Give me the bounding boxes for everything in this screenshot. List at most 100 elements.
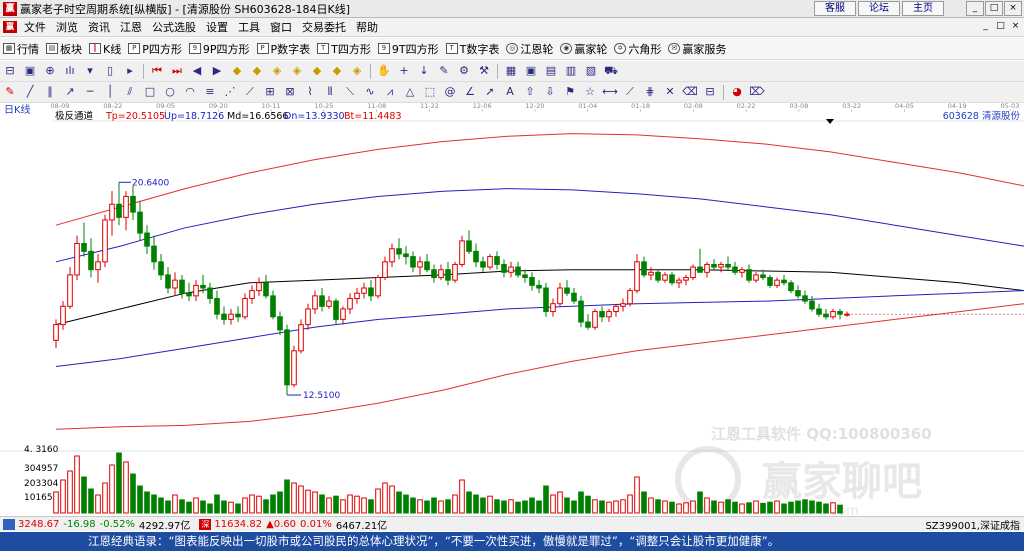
save-icon[interactable]: ▣	[523, 63, 539, 79]
bar-chart-icon[interactable]: ılı	[62, 63, 78, 79]
sh-index-value[interactable]: 3248.67	[18, 519, 59, 530]
magnify-icon[interactable]: ⊕	[42, 63, 58, 79]
first-icon[interactable]: ⏮	[149, 63, 165, 79]
ray-icon[interactable]: ↗	[62, 84, 78, 100]
hand-icon[interactable]: ✋	[376, 63, 392, 79]
fibonacci-icon[interactable]: ≡	[202, 84, 218, 100]
rect-icon[interactable]: □	[142, 84, 158, 100]
scroll-right-icon[interactable]: ▶	[209, 63, 225, 79]
angle-icon[interactable]: ∠	[462, 84, 478, 100]
arrow-down-icon[interactable]: ↓	[416, 63, 432, 79]
sz-index-value[interactable]: 11634.82	[214, 519, 262, 530]
toolbar-t-table-button[interactable]: T T数字表	[443, 40, 504, 58]
arc-icon[interactable]: ◠	[182, 84, 198, 100]
layout-menu-icon[interactable]: ⊟	[2, 63, 18, 79]
fold-icon[interactable]: ▸	[122, 63, 138, 79]
forum-link[interactable]: 论坛	[858, 1, 900, 16]
menu-settings[interactable]: 设置	[201, 19, 233, 35]
channel-icon[interactable]: ⫽	[122, 84, 138, 100]
diamond-up-icon[interactable]: ◈	[269, 63, 285, 79]
cycle-icon[interactable]: ⌇	[302, 84, 318, 100]
print-icon[interactable]: ▤	[543, 63, 559, 79]
export-icon[interactable]: ▧	[583, 63, 599, 79]
toolbar-sectors-button[interactable]: ▤ 板块	[43, 40, 86, 58]
mark-up-icon[interactable]: ⇧	[522, 84, 538, 100]
toolbar-9p-square-button[interactable]: 9 9P四方形	[186, 40, 254, 58]
pencil-icon[interactable]: ✎	[2, 84, 18, 100]
cross-tool-icon[interactable]: ✕	[662, 84, 678, 100]
ellipse-icon[interactable]: ○	[162, 84, 178, 100]
text-tool-icon[interactable]: A	[502, 84, 518, 100]
square-tool-icon[interactable]: ⬚	[422, 84, 438, 100]
diamond-down-icon[interactable]: ◈	[289, 63, 305, 79]
zoom-in-icon[interactable]: ◆	[229, 63, 245, 79]
zoom-out-icon[interactable]: ◆	[249, 63, 265, 79]
period-label[interactable]: 日K线	[4, 103, 31, 116]
mdi-restore-button[interactable]: □	[994, 20, 1007, 33]
last-icon[interactable]: ⏭	[169, 63, 185, 79]
zigzag-icon[interactable]: ⩘	[382, 84, 398, 100]
chart-panel[interactable]: 日K线 08-09 08-22 09-05 09-20 10-11 10-25 11-08 1…	[0, 102, 1024, 519]
minimize-button[interactable]: _	[966, 1, 984, 16]
mdi-minimize-button[interactable]: _	[979, 20, 992, 33]
gann-fan-icon[interactable]: ⟋	[242, 84, 258, 100]
slope-icon[interactable]: ⟋	[622, 84, 638, 100]
gear-icon[interactable]: ⚙	[456, 63, 472, 79]
toolbar-winner-wheel-button[interactable]: ◉ 赢家轮	[557, 40, 611, 58]
menu-window[interactable]: 窗口	[265, 19, 297, 35]
sz-index-icon[interactable]: 深	[199, 518, 212, 530]
gann-box-icon[interactable]: ⊠	[282, 84, 298, 100]
sh-index-icon[interactable]	[3, 518, 15, 530]
measure-icon[interactable]: ⟷	[602, 84, 618, 100]
arrow-tool-icon[interactable]: ➚	[482, 84, 498, 100]
copy-icon[interactable]: ▥	[563, 63, 579, 79]
toolbar-gann-wheel-button[interactable]: ◎ 江恩轮	[503, 40, 557, 58]
hline-icon[interactable]: ─	[82, 84, 98, 100]
diamond-left-icon[interactable]: ◆	[309, 63, 325, 79]
star-icon[interactable]: ☆	[582, 84, 598, 100]
triangle-icon[interactable]: △	[402, 84, 418, 100]
document-icon[interactable]: 赢	[3, 21, 17, 33]
toolbar-quotes-button[interactable]: ▦ 行情	[0, 40, 43, 58]
homepage-link[interactable]: 主页	[902, 1, 944, 16]
close-button[interactable]: ×	[1004, 1, 1022, 16]
menu-formula[interactable]: 公式选股	[147, 19, 201, 35]
delete-tool-icon[interactable]: ⌫	[682, 84, 698, 100]
time-zone-icon[interactable]: ⫴	[322, 84, 338, 100]
fan-icon[interactable]: ⋰	[222, 84, 238, 100]
ruler-icon[interactable]: ⊟	[702, 84, 718, 100]
line-tool-icon[interactable]: ╱	[22, 84, 38, 100]
toolbar-9t-square-button[interactable]: 9 9T四方形	[375, 40, 443, 58]
tools-icon[interactable]: ⚒	[476, 63, 492, 79]
menu-tools[interactable]: 工具	[233, 19, 265, 35]
flag-icon[interactable]: ⚑	[562, 84, 578, 100]
menu-info[interactable]: 资讯	[83, 19, 115, 35]
toolbar-kline-button[interactable]: ┃ K线	[86, 40, 125, 58]
diamond-center-icon[interactable]: ◈	[349, 63, 365, 79]
menu-help[interactable]: 帮助	[351, 19, 383, 35]
gann-grid-icon[interactable]: ⊞	[262, 84, 278, 100]
speed-line-icon[interactable]: ⟍	[342, 84, 358, 100]
toolbar-hexagon-button[interactable]: ✡ 六角形	[611, 40, 665, 58]
eraser-icon[interactable]: ⌦	[749, 84, 765, 100]
menu-trade[interactable]: 交易委托	[297, 19, 351, 35]
label-icon[interactable]: ✎	[436, 63, 452, 79]
menu-gann[interactable]: 江恩	[115, 19, 147, 35]
support-link[interactable]: 客服	[814, 1, 856, 16]
period-icon[interactable]: ▯	[102, 63, 118, 79]
parallel-line-icon[interactable]: ∥	[42, 84, 58, 100]
toolbar-t-square-button[interactable]: T T四方形	[314, 40, 375, 58]
menu-browse[interactable]: 浏览	[51, 19, 83, 35]
spiral-icon[interactable]: @	[442, 84, 458, 100]
menu-file[interactable]: 文件	[19, 19, 51, 35]
color-wheel-icon[interactable]: ◕	[729, 84, 745, 100]
toolbar-p-table-button[interactable]: P P数字表	[254, 40, 315, 58]
grid-tool-icon[interactable]: ⋕	[642, 84, 658, 100]
kline-chart[interactable]: 日K线 08-09 08-22 09-05 09-20 10-11 10-25 11-08 1…	[0, 102, 1024, 519]
maximize-button[interactable]: □	[985, 1, 1003, 16]
vline-icon[interactable]: │	[102, 84, 118, 100]
wave-icon[interactable]: ∿	[362, 84, 378, 100]
chart-type-icon[interactable]: ▣	[22, 63, 38, 79]
dropdown-icon[interactable]: ▾	[82, 63, 98, 79]
crosshair-icon[interactable]: +	[396, 63, 412, 79]
